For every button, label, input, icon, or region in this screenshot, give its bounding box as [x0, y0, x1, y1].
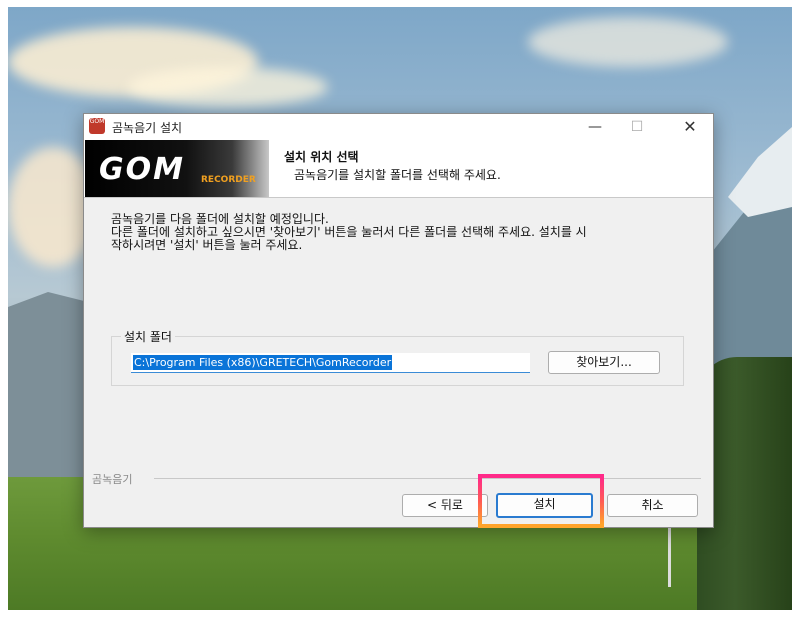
logo-subtext: RECORDER [201, 175, 256, 185]
install-folder-label: 설치 폴더 [121, 328, 175, 345]
footer-divider [154, 478, 701, 479]
install-button-highlight [478, 474, 604, 528]
window-title: 곰녹음기 설치 [112, 121, 183, 135]
intro-line: 작하시려면 '설치' 버튼을 눌러 주세요. [111, 238, 303, 252]
install-path-value: C:\Program Files (x86)\GRETECH\GomRecord… [133, 355, 393, 370]
intro-text: 곰녹음기를 다음 폴더에 설치할 예정입니다. 다른 폴더에 설치하고 싶으시면… [111, 213, 691, 252]
logo-text: GOM [99, 152, 185, 187]
installer-dialog: GOM 곰녹음기 설치 — ☐ ✕ GOM RECORDER 설치 위치 선택 … [83, 113, 714, 528]
install-path-input[interactable]: C:\Program Files (x86)\GRETECH\GomRecord… [131, 353, 530, 373]
minimize-button[interactable]: — [574, 114, 616, 140]
close-button[interactable]: ✕ [669, 114, 711, 140]
page-title: 설치 위치 선택 [284, 150, 359, 164]
title-bar[interactable]: GOM 곰녹음기 설치 — ☐ ✕ [84, 114, 713, 140]
back-button[interactable]: < 뒤로 [402, 494, 488, 517]
maximize-button[interactable]: ☐ [616, 114, 658, 140]
cancel-button[interactable]: 취소 [607, 494, 698, 517]
app-icon: GOM [89, 118, 105, 134]
dialog-header: GOM RECORDER 설치 위치 선택 곰녹음기를 설치할 폴더를 선택해 … [84, 140, 713, 198]
page-subtitle: 곰녹음기를 설치할 폴더를 선택해 주세요. [294, 168, 501, 182]
gom-recorder-logo: GOM RECORDER [85, 140, 269, 197]
footer-brand: 곰녹음기 [92, 471, 137, 487]
browse-button[interactable]: 찾아보기... [548, 351, 660, 374]
